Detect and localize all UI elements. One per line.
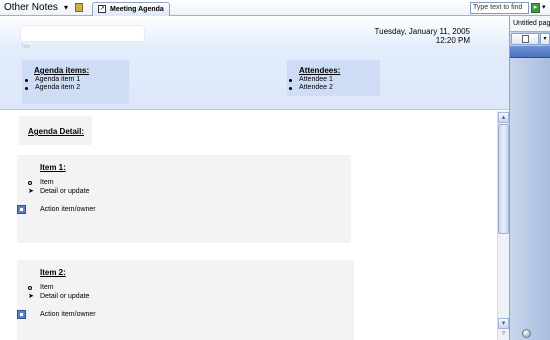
arrow-bullet-icon: ➤ <box>28 188 34 195</box>
status-orb-icon[interactable] <box>522 329 531 338</box>
scroll-up-icon[interactable]: ▴ <box>498 112 509 123</box>
item-action: Action item/owner <box>40 206 96 213</box>
agenda-detail-box[interactable]: Agenda Detail: <box>19 116 92 145</box>
scroll-bottom-icon[interactable]: ▿ <box>498 329 509 339</box>
title-hint: Title <box>21 44 31 50</box>
list-item: Attendee 2 <box>288 84 333 92</box>
item-detail: Detail or update <box>40 188 90 195</box>
chevron-down-icon[interactable]: ▾ <box>64 1 68 14</box>
agenda-item-2-box[interactable]: Item 2: Item ➤ Detail or update Action i… <box>17 260 354 340</box>
top-toolbar: Other Notes ▾ ↗ Meeting Agenda Type text… <box>0 0 550 16</box>
arrow-bullet-icon: ➤ <box>28 293 34 300</box>
item-heading: Item 1: <box>40 163 66 172</box>
circle-bullet-icon <box>28 284 32 290</box>
tab-meeting-agenda[interactable]: ↗ Meeting Agenda <box>92 2 170 16</box>
agenda-item-1-box[interactable]: Item 1: Item ➤ Detail or update Action i… <box>17 155 351 243</box>
item-detail: Detail or update <box>40 293 90 300</box>
page-tabs-panel: Untitled pag ▾ <box>509 16 550 340</box>
page-icon: ↗ <box>98 5 106 13</box>
go-arrow-icon[interactable]: ▸ <box>531 3 540 13</box>
action-tag-icon[interactable] <box>17 205 26 214</box>
search-input[interactable]: Type text to find <box>470 2 529 14</box>
page-content[interactable]: Agenda Detail: Item 1: Item ➤ Detail or … <box>0 111 497 340</box>
tab-label: Meeting Agenda <box>110 6 164 13</box>
agenda-detail-heading: Agenda Detail: <box>28 127 85 136</box>
list-item: Agenda item 2 <box>24 84 80 92</box>
item-heading: Item 2: <box>40 268 66 277</box>
onenote-window: Other Notes ▾ ↗ Meeting Agenda Type text… <box>0 0 550 340</box>
new-page-button[interactable] <box>511 33 539 45</box>
page-header: Title Tuesday, January 11, 2005 12:20 PM… <box>0 16 509 110</box>
page-title-field[interactable] <box>20 25 145 42</box>
action-tag-icon[interactable] <box>17 310 26 319</box>
page-tab-label: Untitled pag <box>513 20 550 27</box>
attendees-list: Attendee 1 Attendee 2 <box>288 76 333 92</box>
item-point: Item <box>40 179 54 186</box>
notebook-icon[interactable] <box>75 3 83 12</box>
list-item: Agenda item 1 <box>24 76 80 84</box>
vertical-scrollbar[interactable]: ▴ ▾ ▿ <box>497 111 509 340</box>
chevron-down-icon[interactable]: ▾ <box>542 2 546 14</box>
circle-bullet-icon <box>28 179 32 185</box>
page-tab-untitled[interactable]: Untitled pag <box>510 16 550 32</box>
attendees-heading: Attendees: <box>299 66 341 75</box>
list-item: Attendee 1 <box>288 76 333 84</box>
chevron-down-icon[interactable]: ▾ <box>540 33 550 45</box>
page-tab-selected[interactable] <box>510 46 550 58</box>
page-icon <box>522 35 529 43</box>
item-action: Action item/owner <box>40 311 96 318</box>
page-time: 12:20 PM <box>435 36 470 45</box>
agenda-items-box[interactable]: Agenda items: Agenda item 1 Agenda item … <box>22 60 129 104</box>
notebook-title[interactable]: Other Notes <box>4 1 58 14</box>
item-point: Item <box>40 284 54 291</box>
agenda-heading: Agenda items: <box>34 66 90 75</box>
page-date: Tuesday, January 11, 2005 <box>374 27 470 36</box>
attendees-box[interactable]: Attendees: Attendee 1 Attendee 2 <box>287 60 380 96</box>
scroll-thumb[interactable] <box>498 124 509 234</box>
agenda-list: Agenda item 1 Agenda item 2 <box>24 76 80 92</box>
scroll-down-icon[interactable]: ▾ <box>498 318 509 329</box>
